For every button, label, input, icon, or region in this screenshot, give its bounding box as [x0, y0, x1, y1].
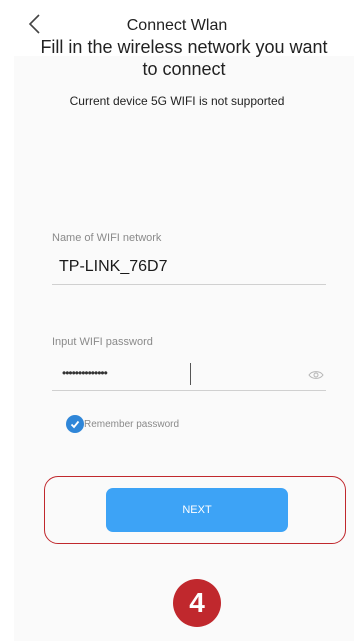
unsupported-note: Current device 5G WIFI is not supported: [69, 94, 285, 108]
headline-line-2: to connect: [142, 59, 226, 79]
content-panel: [14, 56, 354, 641]
password-input[interactable]: ••••••••••••••: [52, 360, 326, 391]
connect-wlan-screen: Connect Wlan Fill in the wireless networ…: [0, 0, 354, 641]
step-badge: 4: [173, 579, 221, 627]
check-icon: [66, 415, 84, 433]
password-label: Input WIFI password: [52, 336, 153, 348]
ssid-input[interactable]: TP-LINK_76D7: [52, 254, 326, 285]
ssid-label: Name of WIFI network: [52, 232, 162, 244]
text-cursor: [190, 363, 191, 385]
headline-line-1: Fill in the wireless network you want: [40, 37, 328, 57]
eye-icon[interactable]: [308, 368, 324, 380]
headline: Fill in the wireless network you want to…: [24, 36, 344, 80]
password-value: ••••••••••••••: [62, 366, 108, 380]
remember-password-checkbox[interactable]: Remember password: [66, 415, 179, 433]
next-button[interactable]: NEXT: [106, 488, 288, 532]
page-title: Connect Wlan: [126, 17, 228, 34]
remember-password-label: Remember password: [84, 418, 180, 430]
ssid-value: TP-LINK_76D7: [59, 258, 168, 275]
